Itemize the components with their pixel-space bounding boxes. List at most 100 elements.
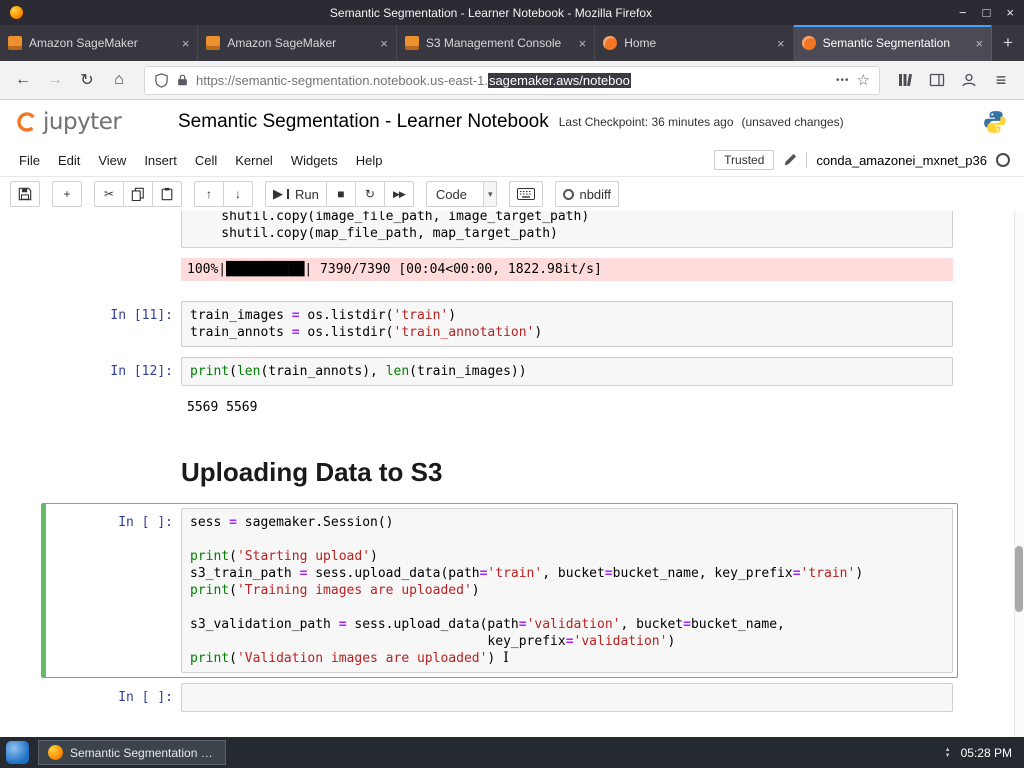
new-tab-button[interactable]: +	[992, 25, 1024, 61]
code-input-area[interactable]: train_images = os.listdir('train') train_…	[181, 301, 953, 347]
menu-kernel[interactable]: Kernel	[226, 148, 282, 173]
jupyter-header: jupyter Semantic Segmentation - Learner …	[0, 100, 1024, 144]
code-token: =	[299, 566, 308, 581]
interrupt-kernel-button[interactable]: ■	[325, 181, 356, 207]
menu-widgets[interactable]: Widgets	[282, 148, 347, 173]
nbdiff-label: nbdiff	[579, 186, 612, 202]
browser-tab[interactable]: Home ×	[595, 25, 794, 61]
code-input-area[interactable]: shutil.copy(image_file_path, image_targe…	[181, 211, 953, 248]
scrollbar[interactable]	[1014, 211, 1024, 737]
tab-label: Home	[624, 36, 657, 50]
add-cell-button[interactable]: +	[52, 181, 82, 207]
lock-icon[interactable]	[176, 73, 189, 87]
notebook-title[interactable]: Semantic Segmentation - Learner Notebook	[178, 111, 549, 133]
code-token: =	[291, 308, 300, 323]
code-input-area[interactable]: sess = sagemaker.Session() print('Starti…	[181, 508, 953, 673]
tab-close-icon[interactable]: ×	[579, 36, 587, 51]
library-icon[interactable]	[890, 66, 920, 94]
code-cell[interactable]: shutil.copy(image_file_path, image_targe…	[41, 211, 958, 253]
menu-file[interactable]: File	[10, 148, 49, 173]
tab-close-icon[interactable]: ×	[777, 36, 785, 51]
copy-cell-button[interactable]	[123, 181, 153, 207]
cell-prompt: In [12]:	[110, 364, 173, 379]
code-token: print	[190, 364, 230, 379]
url-text[interactable]: https://semantic-segmentation.notebook.u…	[196, 72, 829, 88]
code-token: =	[229, 515, 237, 530]
taskbar-launcher-icon[interactable]	[6, 741, 29, 764]
tab-close-icon[interactable]: ×	[182, 36, 190, 51]
cut-cell-button[interactable]: ✂	[94, 181, 124, 207]
url-selected-text: sagemaker.aws/noteboo	[487, 72, 631, 88]
notebook-scroll[interactable]: shutil.copy(image_file_path, image_targe…	[0, 211, 1024, 737]
code-cell[interactable]: In [ ]: sess = sagemaker.Session() print(…	[41, 503, 958, 678]
menu-insert[interactable]: Insert	[135, 148, 186, 173]
minimize-button[interactable]: −	[959, 6, 967, 19]
taskbar-window-button[interactable]: Semantic Segmentation - Le...	[38, 740, 226, 765]
move-cell-up-button[interactable]: ↑	[194, 181, 224, 207]
code-input-area[interactable]: print(len(train_annots), len(train_image…	[181, 357, 953, 386]
command-palette-button[interactable]	[509, 181, 544, 207]
maximize-button[interactable]: □	[983, 6, 991, 19]
browser-tab[interactable]: Amazon SageMaker ×	[0, 25, 199, 61]
sidebar-icon[interactable]	[922, 66, 952, 94]
back-button[interactable]: ←	[8, 66, 38, 94]
cell-body: 5569 5569	[181, 396, 953, 419]
code-cell[interactable]: In [11]: train_images = os.listdir('train…	[41, 296, 958, 352]
code-token: 'Starting upload'	[236, 549, 371, 564]
code-token: len	[236, 364, 261, 379]
play-icon: ▶	[273, 186, 283, 201]
scrollbar-thumb[interactable]	[1015, 546, 1023, 612]
page-actions-icon[interactable]: •••	[836, 75, 850, 86]
divider	[806, 152, 808, 168]
menu-icon[interactable]: ≡	[986, 66, 1016, 94]
nbdiff-button[interactable]: nbdiff	[555, 181, 620, 207]
tray-indicator-icon[interactable]: ▲ ▼	[945, 747, 951, 759]
firefox-icon	[48, 745, 63, 760]
output-cell[interactable]: 5569 5569	[41, 391, 958, 424]
code-cell[interactable]: In [ ]:	[41, 678, 958, 717]
forward-button[interactable]: →	[40, 66, 70, 94]
url-bar[interactable]: https://semantic-segmentation.notebook.u…	[144, 65, 880, 95]
restart-run-all-button[interactable]: ▶▶	[383, 181, 414, 207]
cell-type-select[interactable]: Code ▾	[425, 181, 498, 207]
markdown-cell[interactable]: Uploading Data to S3	[41, 448, 958, 499]
paste-cell-button[interactable]	[152, 181, 182, 207]
code-token: =	[338, 617, 347, 632]
browser-tab[interactable]: Amazon SageMaker ×	[198, 25, 397, 61]
menu-cell[interactable]: Cell	[186, 148, 226, 173]
browser-tab[interactable]: S3 Management Console ×	[397, 25, 596, 61]
code-token: len	[385, 364, 410, 379]
move-cell-down-button[interactable]: ↓	[223, 181, 253, 207]
firefox-window-icon	[10, 6, 23, 19]
shield-icon[interactable]	[154, 72, 169, 88]
jupyter-logo[interactable]: jupyter	[16, 109, 162, 135]
menu-edit[interactable]: Edit	[49, 148, 89, 173]
code-input-area[interactable]	[181, 683, 953, 712]
tab-close-icon[interactable]: ×	[975, 36, 983, 51]
cell-type-value: Code	[435, 186, 467, 202]
code-cell[interactable]: In [12]: print(len(train_annots), len(tra…	[41, 352, 958, 391]
run-button[interactable]: ▶ Run	[265, 181, 327, 207]
restart-kernel-button[interactable]: ↻	[354, 181, 385, 207]
cell-prompt: In [ ]:	[118, 690, 173, 705]
stream-cell[interactable]: 100%|██████████| 7390/7390 [00:04<00:00,…	[41, 253, 958, 286]
browser-tab[interactable]: Semantic Segmentation ×	[793, 25, 993, 61]
code-token: 'train_annotation'	[393, 325, 535, 340]
tab-close-icon[interactable]: ×	[380, 36, 388, 51]
cell-body: sess = sagemaker.Session() print('Starti…	[181, 508, 953, 673]
save-button[interactable]	[10, 181, 40, 207]
cell-body: print(len(train_annots), len(train_image…	[181, 357, 953, 386]
menu-view[interactable]: View	[89, 148, 135, 173]
menu-help[interactable]: Help	[347, 148, 392, 173]
close-button[interactable]: ×	[1006, 6, 1014, 19]
window-title: Semantic Segmentation - Learner Notebook…	[329, 5, 653, 20]
cell-body: shutil.copy(image_file_path, image_targe…	[181, 211, 953, 248]
home-button[interactable]: ⌂	[104, 66, 134, 94]
edit-pencil-icon	[783, 153, 797, 167]
bookmark-star-icon[interactable]: ☆	[857, 71, 870, 89]
account-icon[interactable]	[954, 66, 984, 94]
window-titlebar[interactable]: Semantic Segmentation - Learner Notebook…	[0, 0, 1024, 25]
reload-button[interactable]: ↻	[72, 66, 102, 94]
